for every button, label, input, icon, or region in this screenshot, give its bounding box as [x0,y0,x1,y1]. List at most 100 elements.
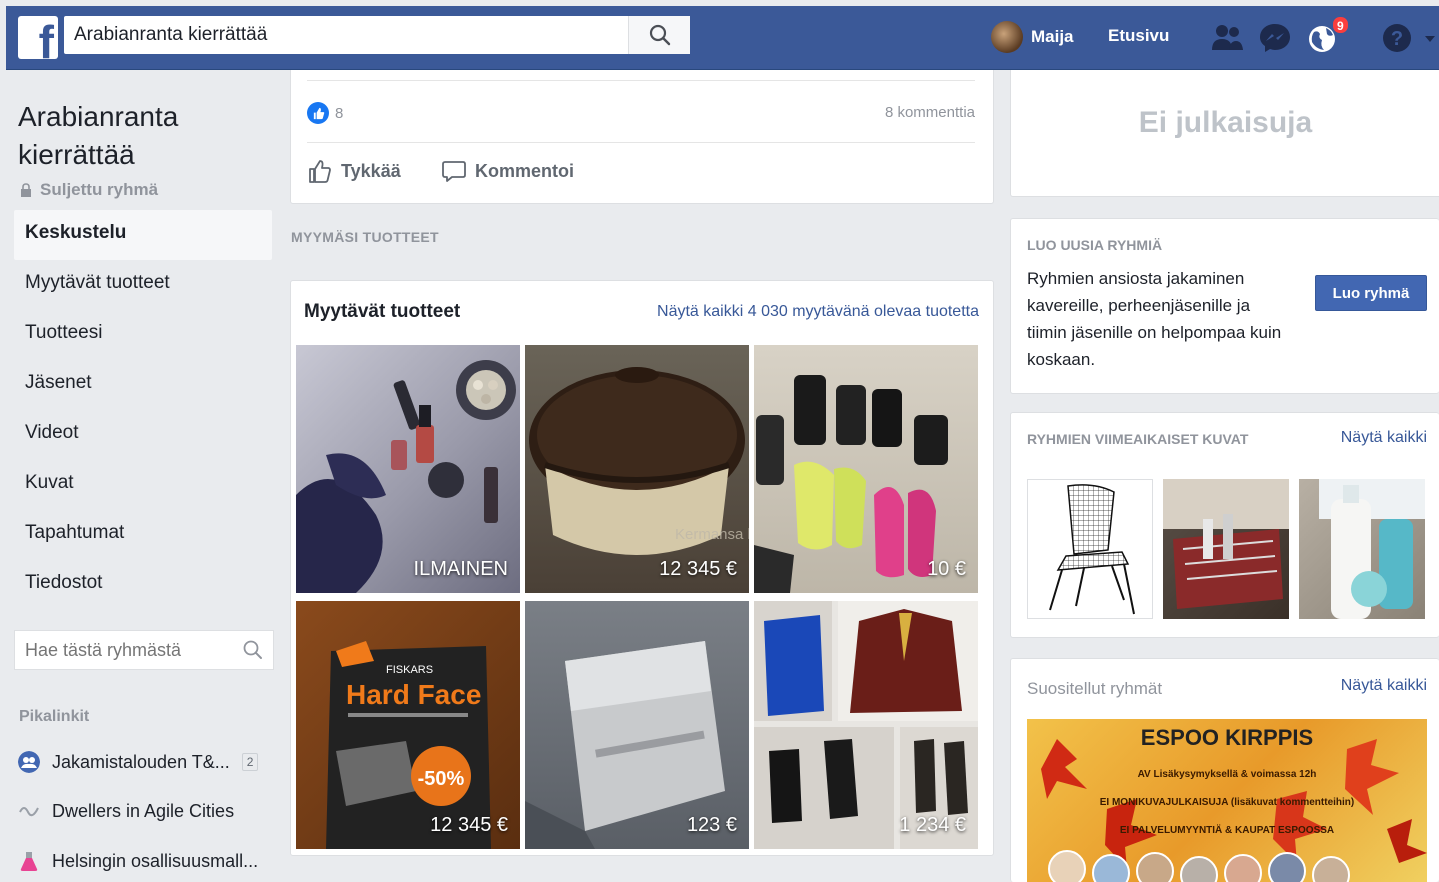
group-title[interactable]: Arabianranta kierrättää [18,98,278,174]
photo-dish-rack [1163,479,1289,609]
product-tile[interactable]: 1 234 € [754,601,978,849]
product-price: 10 € [927,558,966,580]
your-products-section-label: MYYMÄSI TUOTTEET [291,229,439,245]
nav-events[interactable]: Tapahtumat [14,510,272,560]
messenger-icon[interactable] [1257,20,1293,56]
suggested-group-banner[interactable]: ESPOO KIRPPIS AV Lisäkysymyksellä & voim… [1027,719,1427,882]
user-name: Maija [1031,27,1074,46]
chevron-down-icon[interactable] [1424,34,1436,44]
global-search-input[interactable] [64,16,624,54]
shortcuts-title: Pikalinkit [19,708,90,725]
top-navigation-bar: f Maija Etusivu 9 ? [6,6,1439,70]
svg-text:?: ? [1391,28,1403,50]
group-status-label: Suljettu ryhmä [40,180,159,199]
create-group-description: Ryhmien ansiosta jakaminen kavereille, p… [1027,269,1282,369]
nav-files[interactable]: Tiedostot [14,560,272,610]
product-price: ILMAINEN [413,558,508,580]
product-tile[interactable]: ILMAINEN [296,345,520,593]
shortcut-item[interactable]: Dwellers in Agile Cities [18,796,268,826]
help-icon[interactable]: ? [1379,20,1415,56]
photo-overlay-text: Kermansa kannellin [675,526,749,543]
group-search [14,630,274,670]
recent-photos-card: RYHMIEN VIIMEAIKAISET KUVAT Näytä kaikki [1010,412,1439,638]
reaction-count: 8 [335,104,344,122]
shortcut-item[interactable]: Helsingin osallisuusmall... [18,846,268,876]
product-photo-printer [525,641,725,849]
comment-bubble-icon [442,161,466,182]
items-for-sale-card: Myytävät tuotteet Näytä kaikki 4 030 myy… [290,280,994,856]
global-search [64,16,690,54]
create-groups-label: LUO UUSIA RYHMIÄ [1027,237,1163,253]
product-price: 1 234 € [899,814,966,836]
package-brand: FISKARS [386,664,433,676]
recent-photos-see-all-link[interactable]: Näytä kaikki [1341,429,1427,447]
create-group-button[interactable]: Luo ryhmä [1315,275,1427,311]
like-reaction-icon [307,102,329,124]
like-label: Tykkää [341,160,401,181]
nav-videos[interactable]: Videot [14,410,272,460]
group-navigation: Keskustelu Myytävät tuotteet Tuotteesi J… [14,210,272,610]
comments-count-link[interactable]: 8 kommenttia [885,104,975,121]
suggested-groups-card: Suositellut ryhmät Näytä kaikki ESPOO KI… [1010,658,1439,882]
banner-title: ESPOO KIRPPIS [1141,725,1313,750]
group-privacy-status: Suljettu ryhmä [20,180,158,200]
product-price: 12 345 € [430,814,508,836]
create-group-card: LUO UUSIA RYHMIÄ Ryhmien ansiosta jakami… [1010,218,1439,394]
product-tile[interactable]: Kermansa kannellin 12 345 € [525,345,749,593]
banner-line-3: EI PALVELUMYYNTIÄ & KAUPAT ESPOOSSA [1120,823,1334,836]
autumn-leaves-image: ESPOO KIRPPIS AV Lisäkysymyksellä & voim… [1041,725,1427,882]
product-tile[interactable]: 123 € [525,601,749,849]
wave-logo-icon [19,807,39,817]
product-photo-makeup [296,360,516,593]
friend-requests-icon[interactable] [1209,20,1245,56]
product-price: 123 € [686,814,737,836]
product-photo-casserole: Kermansa kannellin [529,367,749,555]
package-headline: Hard Face [346,679,481,710]
product-tile[interactable]: 10 € [754,345,978,593]
home-link[interactable]: Etusivu [1108,26,1169,46]
photo-wire-chair [1049,484,1135,615]
search-button[interactable] [628,16,690,54]
avatar [991,21,1023,53]
items-for-sale-title[interactable]: Myytävät tuotteet [304,301,460,323]
nav-items-for-sale[interactable]: Myytävät tuotteet [14,260,272,310]
left-sidebar: Arabianranta kierrättää Suljettu ryhmä K… [6,70,284,882]
comment-label: Kommentoi [475,160,574,181]
flask-icon [20,852,38,871]
profile-link[interactable]: Maija [991,20,1074,54]
recent-photo[interactable] [1027,479,1153,619]
post-card: 8 8 kommenttia Tykkää Kommentoi [290,70,994,204]
shortcut-label: Helsingin osallisuusmall... [52,850,259,871]
group-search-input[interactable] [15,631,235,669]
shortcut-label: Jakamistalouden T&... [52,751,230,772]
search-icon[interactable] [243,640,263,660]
nav-photos[interactable]: Kuvat [14,460,272,510]
no-posts-text: Ei julkaisuja [1138,106,1313,139]
no-posts-card: Ei julkaisuja [1010,70,1439,197]
banner-line-1: AV Lisäkysymyksellä & voimassa 12h [1138,769,1317,780]
notifications-badge: 9 [1332,16,1349,34]
recent-photo[interactable] [1299,479,1425,619]
shortcut-item[interactable]: Jakamistalouden T&... 2 [18,747,268,777]
divider [307,142,975,143]
group-icon [18,751,40,773]
nav-your-items[interactable]: Tuotteesi [14,310,272,360]
lock-icon [21,183,31,197]
photo-toiletries [1319,479,1425,619]
suggested-groups-see-all-link[interactable]: Näytä kaikki [1341,677,1427,695]
product-photo-fiskars-package: FISKARS Hard Face -50% [326,641,491,849]
product-tile[interactable]: FISKARS Hard Face -50% 12 345 € [296,601,520,849]
package-discount: -50% [418,768,465,790]
reactions-summary[interactable]: 8 [307,102,343,124]
search-icon [649,24,671,46]
product-photo-clothes-collage [754,601,978,849]
like-button[interactable]: Tykkää [307,156,401,186]
comment-button[interactable]: Kommentoi [441,156,574,186]
facebook-logo-icon[interactable]: f [18,16,58,59]
see-all-items-link[interactable]: Näytä kaikki 4 030 myytävänä olevaa tuot… [657,303,979,321]
banner-line-2: EI MONIKUVAJULKAISUJA (lisäkuvat komment… [1100,797,1354,808]
nav-members[interactable]: Jäsenet [14,360,272,410]
recent-photo[interactable] [1163,479,1289,619]
divider [307,80,975,81]
nav-discussion[interactable]: Keskustelu [14,210,272,260]
